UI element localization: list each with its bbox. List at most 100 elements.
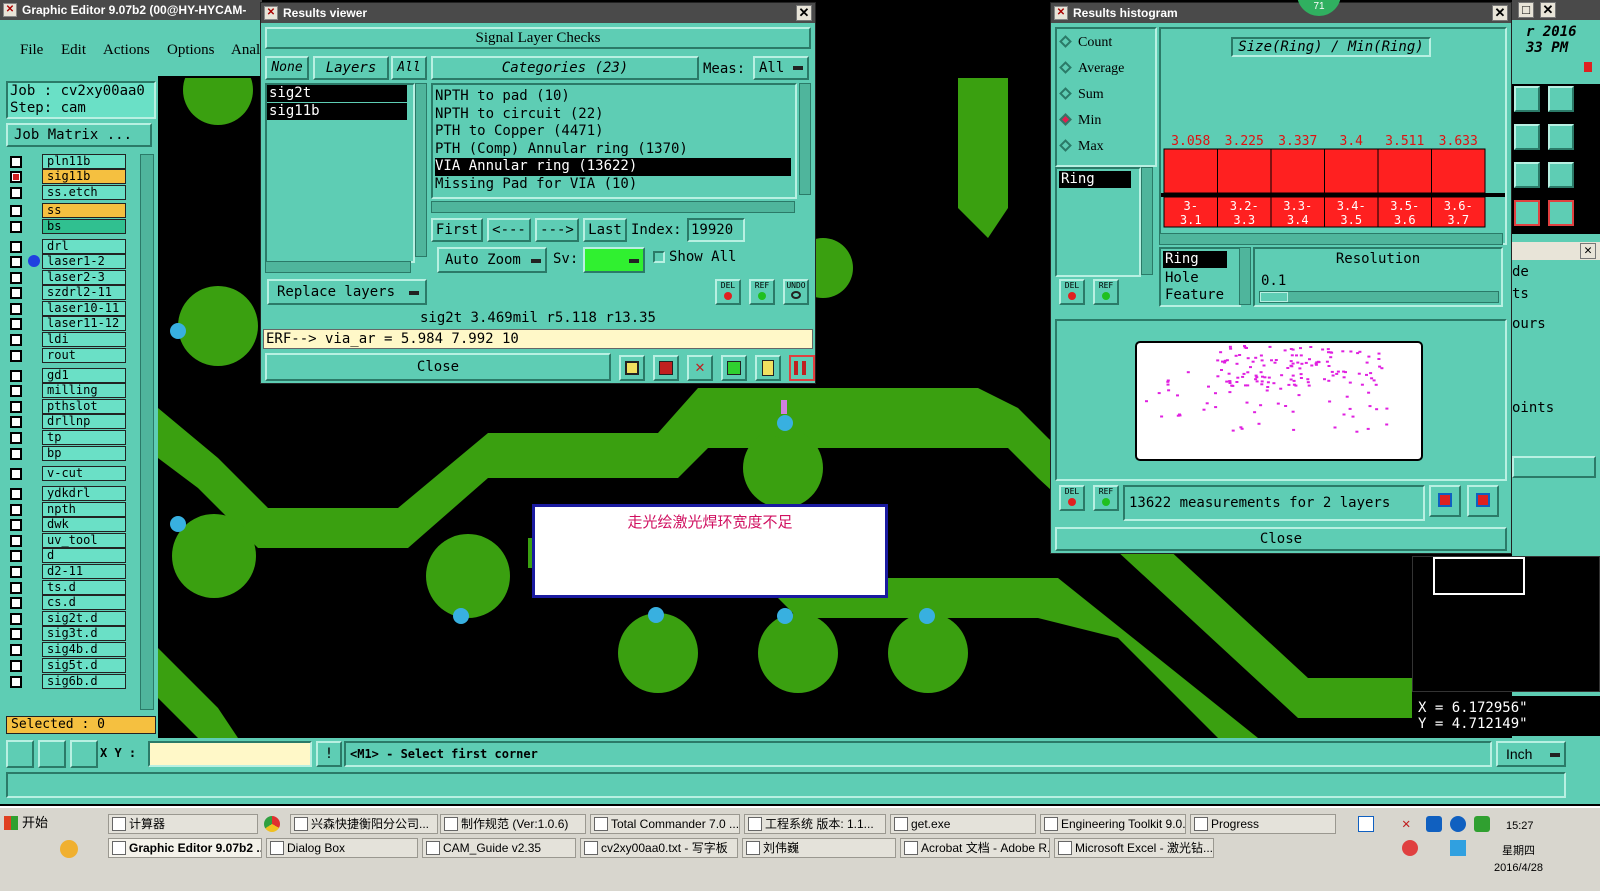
layer-checkbox[interactable] (10, 644, 22, 656)
tray-icon[interactable] (1402, 840, 1418, 856)
layer-row[interactable]: sig4b.d (8, 642, 126, 657)
layer-checkbox[interactable] (10, 676, 22, 688)
layer-row[interactable]: d (8, 548, 126, 563)
layer-checkbox[interactable] (10, 385, 22, 397)
taskbar-button[interactable]: cv2xy00aa0.txt - 写字板 (580, 838, 738, 858)
taskbar-button[interactable]: Graphic Editor 9.07b2 ... (108, 838, 262, 858)
taskbar-button[interactable]: 制作规范 (Ver:1.0.6) (440, 814, 586, 834)
info-icon[interactable]: ! (316, 741, 342, 767)
taskbar-button[interactable]: Microsoft Excel - 激光钻... (1054, 838, 1214, 858)
layer-checkbox[interactable] (10, 504, 22, 516)
tool-icon[interactable] (1514, 162, 1540, 188)
histogram-bar[interactable] (1377, 148, 1432, 194)
histogram-close-button[interactable]: Close (1055, 527, 1507, 551)
resolution-slider[interactable] (1259, 291, 1499, 303)
histogram-bar[interactable] (1324, 148, 1379, 194)
meas-dropdown[interactable]: All (753, 56, 809, 80)
tool-icon[interactable] (1548, 162, 1574, 188)
menu-options[interactable]: Options (167, 42, 215, 59)
taskbar-button[interactable]: Engineering Toolkit 9.0... (1040, 814, 1186, 834)
layer-row[interactable]: laser11-12 (8, 316, 126, 331)
layer-row[interactable]: bp (8, 446, 126, 461)
tray-icon[interactable] (1358, 816, 1374, 832)
kind-vscroll[interactable] (1239, 247, 1251, 305)
main-title-bar[interactable]: ✕ Graphic Editor 9.07b2 (00@HY-HYCAM-PC1 (0, 0, 262, 37)
first-button[interactable]: First (431, 218, 483, 242)
layer-checkbox[interactable] (10, 401, 22, 413)
layer-checkbox[interactable] (10, 272, 22, 284)
ref-icon[interactable]: REF (1093, 485, 1119, 511)
taskbar-button[interactable]: 计算器 (108, 814, 258, 834)
layer-list-item[interactable]: sig11b (267, 103, 407, 120)
tool-icon[interactable] (1514, 200, 1540, 226)
last-button[interactable]: Last (583, 218, 627, 242)
layer-checkbox[interactable] (10, 566, 22, 578)
radio-max[interactable]: Max (1059, 139, 1104, 155)
layer-checkbox[interactable] (10, 468, 22, 480)
del-icon[interactable]: DEL (715, 279, 741, 305)
layer-row[interactable]: milling (8, 383, 126, 398)
category-item-selected[interactable]: VIA Annular ring (13622) (435, 158, 791, 176)
layer-list-hscroll[interactable] (265, 261, 411, 273)
menu-edit[interactable]: Edit (61, 42, 86, 59)
layer-checkbox[interactable] (10, 432, 22, 444)
taskbar-button[interactable]: CAM_Guide v2.35 (422, 838, 576, 858)
xy-input[interactable] (148, 741, 312, 767)
category-item[interactable]: NPTH to circuit (22) (435, 106, 793, 124)
auto-zoom-dropdown[interactable]: Auto Zoom (437, 247, 547, 273)
layer-row[interactable]: sig5t.d (8, 658, 126, 673)
categories-hscroll[interactable] (431, 201, 795, 213)
kind-listbox[interactable]: Ring Hole Feature (1159, 247, 1241, 307)
layer-row[interactable]: drllnp (8, 414, 126, 429)
layer-row[interactable]: ss (8, 203, 126, 218)
layer-row[interactable]: szdrl2-11 (8, 285, 126, 300)
next-button[interactable]: ---> (535, 218, 579, 242)
radio-average[interactable]: Average (1059, 61, 1124, 77)
tray-icon[interactable] (1474, 816, 1490, 832)
undo-icon[interactable]: UNDO (783, 279, 809, 305)
ref-icon[interactable]: REF (1093, 279, 1119, 305)
taskbar-button[interactable]: Progress (1190, 814, 1336, 834)
layer-checkbox[interactable] (10, 660, 22, 672)
layer-icon[interactable] (653, 355, 679, 381)
histogram-bar[interactable] (1270, 148, 1325, 194)
layer-checkbox[interactable] (10, 221, 22, 233)
layer-row[interactable]: bs (8, 219, 126, 234)
histogram-title-bar[interactable]: ✕ Results histogram ✕ (1051, 3, 1511, 23)
close-icon[interactable]: ✕ (1580, 243, 1596, 259)
split-icon[interactable] (619, 355, 645, 381)
right-item[interactable]: ts (1512, 286, 1529, 302)
layer-row[interactable]: pln11b (8, 154, 126, 169)
layer-checkbox[interactable] (10, 156, 22, 168)
layer-row[interactable]: pthslot (8, 399, 126, 414)
right-button[interactable] (1512, 456, 1596, 478)
layer-checkbox[interactable] (10, 171, 22, 183)
histogram-icon[interactable] (789, 355, 815, 381)
layer-row[interactable]: dwk (8, 517, 126, 532)
sub-window-title[interactable]: ✕ (1512, 242, 1600, 260)
tool-icon[interactable] (1548, 86, 1574, 112)
radio-min[interactable]: Min (1059, 113, 1101, 129)
kind-item-selected[interactable]: Ring (1163, 251, 1227, 268)
layer-row[interactable]: tp (8, 430, 126, 445)
layer-row[interactable]: drl (8, 239, 126, 254)
tool-icon[interactable] (1548, 124, 1574, 150)
histogram-bar[interactable] (1431, 148, 1486, 194)
menu-file[interactable]: File (20, 42, 43, 59)
tool-icon[interactable] (1548, 200, 1574, 226)
taskbar-button[interactable]: 兴森快捷衡阳分公司... (290, 814, 438, 834)
quick-launch-icon[interactable] (60, 840, 78, 858)
layer-checkbox[interactable] (10, 597, 22, 609)
close-icon[interactable]: ✕ (796, 5, 812, 21)
layer-checkbox[interactable] (10, 488, 22, 500)
layer-checkbox[interactable] (10, 550, 22, 562)
right-item[interactable]: ours (1512, 316, 1546, 332)
layer-row[interactable]: sig11b (8, 169, 126, 184)
dialog-box[interactable]: 走光绘激光焊环宽度不足 (532, 504, 888, 598)
tray-icon[interactable]: ✕ (1402, 816, 1418, 832)
layer-checkbox[interactable] (10, 416, 22, 428)
layer-row[interactable]: laser1-2 (8, 254, 126, 269)
slider-thumb[interactable] (1260, 292, 1288, 302)
category-item[interactable]: Missing Pad for VIA (10) (435, 176, 793, 194)
histogram-bar[interactable] (1217, 148, 1272, 194)
